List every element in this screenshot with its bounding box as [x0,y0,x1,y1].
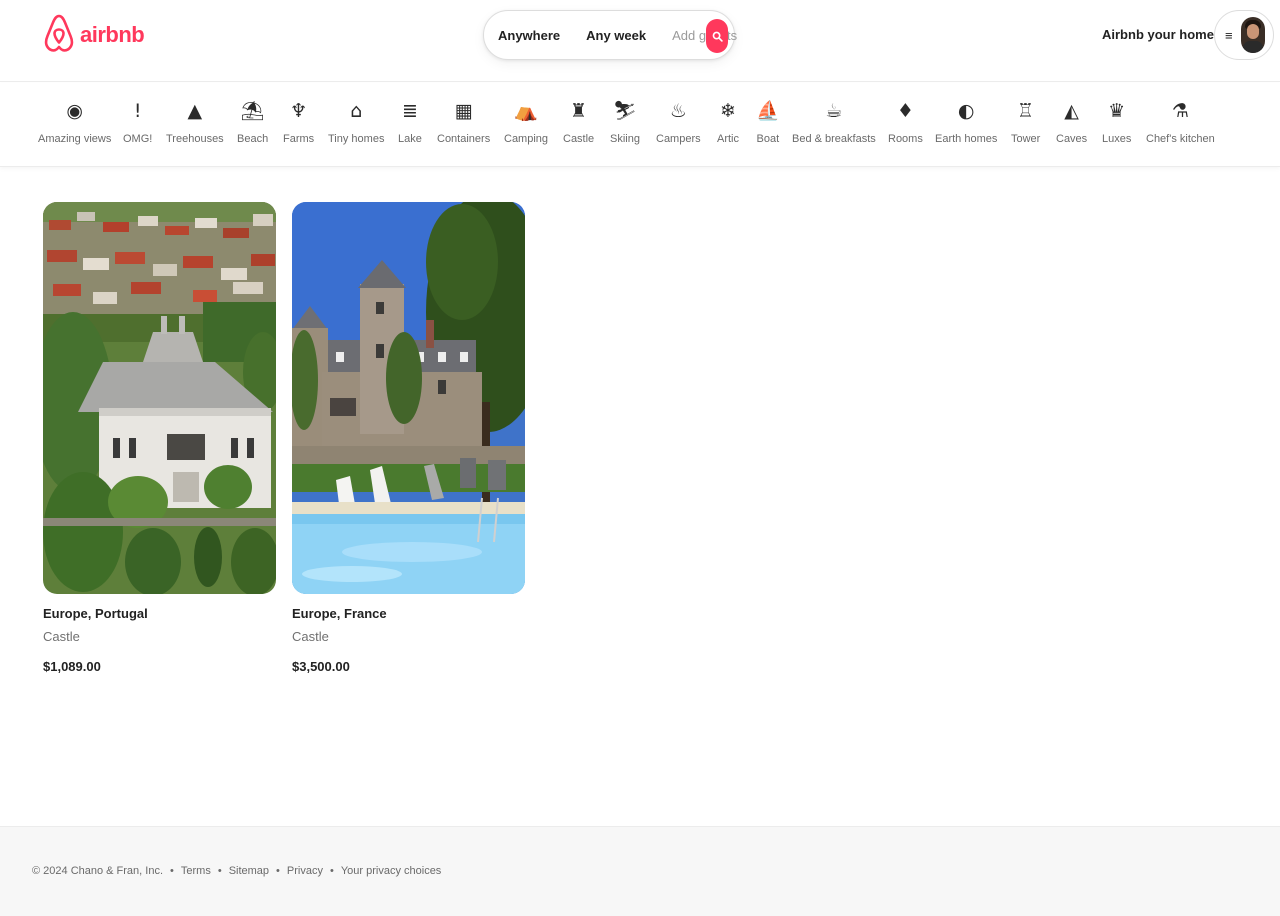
exclamation-icon: ! [133,100,142,122]
category-item[interactable]: ▲ Treehouses [166,99,224,153]
search-bar[interactable]: Anywhere Any week Add guests [483,10,737,60]
footer-separator: • [329,865,334,877]
category-item[interactable]: ! OMG! [123,99,152,153]
category-label: Treehouses [166,133,224,145]
search-where[interactable]: Anywhere [498,28,560,43]
coffee-cup-icon: ☕ [825,100,843,122]
cave-icon: ◭ [1064,100,1079,122]
footer-link-terms[interactable]: Terms [181,865,211,877]
category-label: OMG! [123,133,153,145]
footer-copyright: © 2024 Chano & Fran, Inc. [32,865,164,877]
category-label: Farms [283,133,315,145]
category-bar: ◉ Amazing views! OMG! ▲ Treehouses ⛱ Beach ♆ Far… [0,83,1280,167]
airbnb-logo[interactable]: airbnb [44,12,145,58]
category-item[interactable]: ◐ Earth homes [935,99,997,153]
snowflake-icon: ❄ [720,100,736,122]
search-button[interactable] [706,19,728,53]
lake-icon: ≣ [401,100,418,122]
category-label: Caves [1056,133,1088,145]
category-label: Earth homes [935,133,998,145]
search-icon [712,31,723,42]
category-label: Tiny homes [328,133,385,145]
category-label: Chef's kitchen [1146,133,1215,145]
category-item[interactable]: ◭ Caves [1056,99,1087,153]
listing-card[interactable]: Europe, Portugal Castle $1,089.00 [43,202,276,674]
category-item[interactable]: ⌂ Tiny homes [328,99,384,153]
menu-icon: ≡ [1225,27,1233,43]
listing-price: $3,500.00 [292,659,350,674]
category-item[interactable]: ♆ Farms [283,99,314,153]
category-label: Skiing [610,133,640,145]
category-item[interactable]: ☕ Bed & breakfasts [792,99,876,153]
listing-type: Castle [43,629,80,644]
search-when[interactable]: Any week [586,28,646,43]
category-label: Luxes [1102,133,1132,145]
footer-separator: • [217,865,222,877]
airbnb-belo-icon [44,12,74,58]
footer-link-privacy[interactable]: Privacy [287,865,323,877]
listing-photo-france[interactable] [292,202,525,594]
room-pin-icon: ♦ [896,100,914,122]
category-item[interactable]: ⛱ Beach [237,99,268,153]
footer-separator: • [170,865,174,877]
footer-separator: • [276,865,280,877]
footer-link-sitemap[interactable]: Sitemap [229,865,269,877]
tower-icon: ♖ [1017,100,1035,122]
category-label: Boat [756,133,780,145]
category-label: Bed & breakfasts [792,133,876,145]
container-icon: ▦ [454,100,473,122]
brand-name: airbnb [80,22,145,47]
category-label: Tower [1011,133,1041,145]
category-item[interactable]: ♨ Campers [656,99,701,153]
category-item[interactable]: ♦ Rooms [888,99,923,153]
farm-icon: ♆ [290,100,308,122]
category-item[interactable]: ♛ Luxes [1102,99,1131,153]
category-item[interactable]: ♖ Tower [1011,99,1040,153]
campfire-icon: ♨ [669,100,687,122]
footer-link-privacy-choices[interactable]: Your privacy choices [341,865,441,877]
category-label: Lake [398,133,422,145]
host-link[interactable]: Airbnb your home [1102,27,1214,42]
category-item[interactable]: ⛵ Boat [756,99,780,153]
listing-location: Europe, Portugal [43,606,148,621]
beach-umbrella-icon: ⛱ [240,100,265,122]
category-item[interactable]: ⛷ Skiing [610,99,640,153]
top-header: airbnb Anywhere Any week Add guests Airb… [0,0,1280,82]
category-label: Castle [563,133,595,145]
viewpoint-icon: ◉ [66,100,83,122]
user-avatar [1240,17,1265,53]
category-item[interactable]: ❄ Artic [717,99,739,153]
listing-price: $1,089.00 [43,659,101,674]
category-label: Amazing views [38,133,112,145]
skier-icon: ⛷ [612,100,638,122]
tent-icon: ⛺ [514,100,538,122]
listing-location: Europe, France [292,606,387,621]
listing-type: Castle [292,629,329,644]
sailboat-icon: ⛵ [756,100,780,122]
listing-card[interactable]: Europe, France Castle $3,500.00 [292,202,525,674]
category-item[interactable]: ≣ Lake [398,99,422,153]
chef-kitchen-icon: ⚗ [1171,100,1189,122]
category-item[interactable]: ⛺ Camping [504,99,548,153]
category-item[interactable]: ◉ Amazing views [38,99,111,153]
category-label: Beach [237,133,269,145]
luxe-icon: ♛ [1108,100,1126,122]
castle-icon: ♜ [570,100,588,122]
category-label: Containers [437,133,491,145]
page-footer: © 2024 Chano & Fran, Inc. • Terms • Site… [0,826,1280,916]
listing-photo-portugal[interactable] [43,202,276,594]
category-label: Artic [717,133,739,145]
earth-home-icon: ◐ [957,100,975,122]
category-item[interactable]: ⚗ Chef's kitchen [1146,99,1215,153]
category-label: Camping [504,133,549,145]
category-label: Rooms [888,133,923,145]
tiny-home-icon: ⌂ [350,100,363,122]
user-menu-button[interactable]: ≡ [1214,10,1274,60]
category-label: Campers [656,133,701,145]
category-item[interactable]: ▦ Containers [437,99,490,153]
treehouse-icon: ▲ [187,100,203,122]
footer-links: © 2024 Chano & Fran, Inc. • Terms • Site… [32,865,441,877]
category-item[interactable]: ♜ Castle [563,99,594,153]
